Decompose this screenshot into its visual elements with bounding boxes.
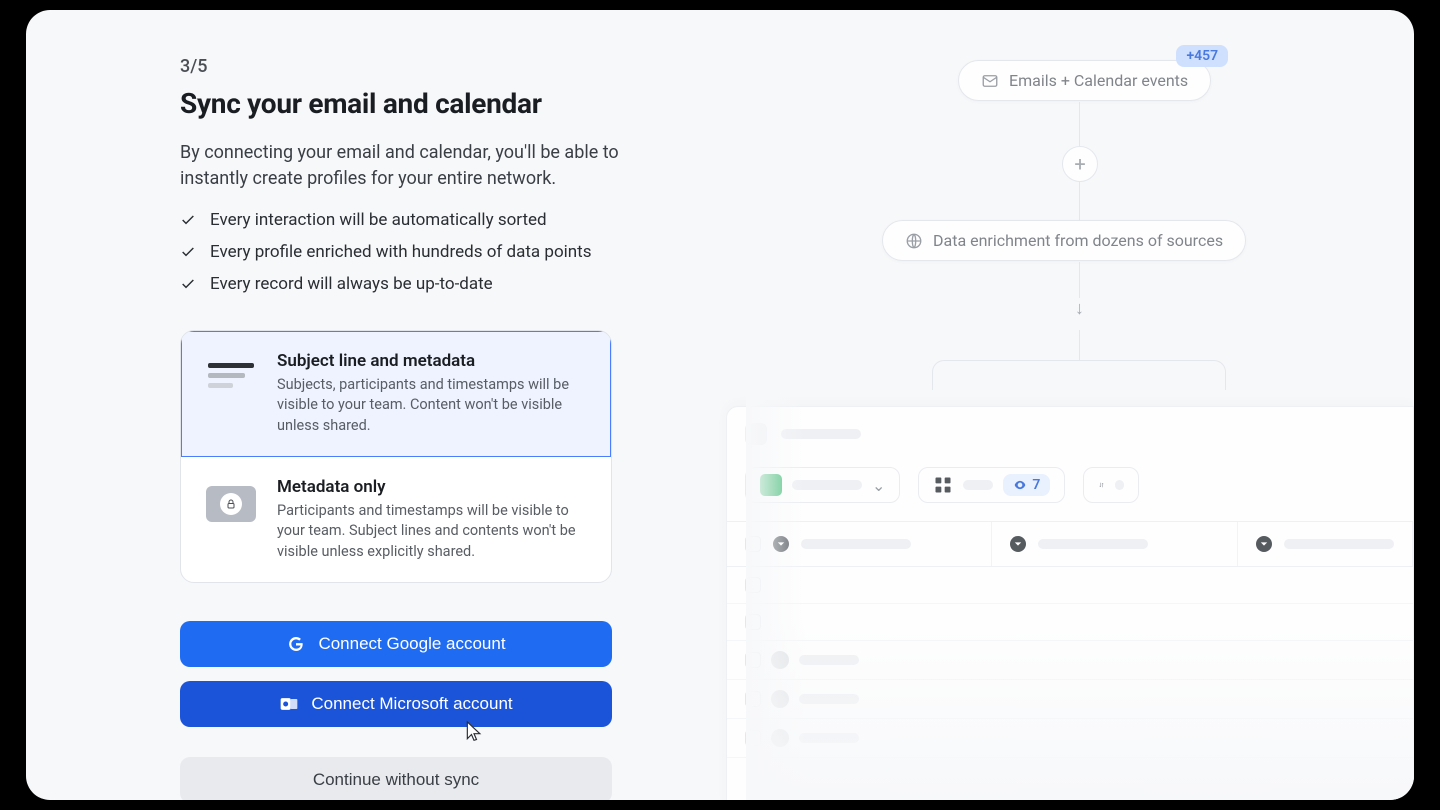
button-label: Connect Microsoft account: [311, 694, 512, 714]
sync-options: Subject line and metadata Subjects, part…: [180, 330, 612, 583]
option-metadata-only[interactable]: Metadata only Participants and timestamp…: [181, 457, 611, 582]
benefit-text: Every interaction will be automatically …: [210, 210, 547, 230]
table-row: [727, 641, 1413, 680]
table-row: [727, 680, 1413, 719]
plus-node: +: [1062, 146, 1098, 182]
step-indicator: 3/5: [180, 56, 746, 77]
chip-count: 7: [1032, 477, 1040, 493]
option-title: Subject line and metadata: [277, 351, 589, 371]
table-row: [727, 567, 1413, 604]
benefit-item: Every profile enriched with hundreds of …: [180, 242, 746, 262]
lock-icon: [203, 483, 259, 525]
benefit-text: Every profile enriched with hundreds of …: [210, 242, 592, 262]
caret-down-icon: [1010, 536, 1026, 552]
button-label: Connect Google account: [318, 634, 505, 654]
option-title: Metadata only: [277, 477, 589, 497]
continue-without-sync-button[interactable]: Continue without sync: [180, 757, 612, 800]
table-row: [727, 719, 1413, 758]
onboarding-window: 3/5 Sync your email and calendar By conn…: [26, 10, 1414, 800]
flow-diagram: Emails + Calendar events +457 + Data enr…: [746, 50, 1414, 380]
option-subject-and-metadata[interactable]: Subject line and metadata Subjects, part…: [181, 331, 611, 457]
table-skeleton: ⌄ 7: [726, 406, 1414, 800]
view-selector[interactable]: ⌄: [745, 467, 900, 503]
visibility-chip: 7: [1003, 474, 1050, 496]
google-icon: [286, 634, 306, 654]
page-subtitle: By connecting your email and calendar, y…: [180, 140, 620, 192]
connect-microsoft-button[interactable]: Connect Microsoft account: [180, 681, 612, 727]
table-row: [727, 604, 1413, 641]
sheet-icon: [760, 474, 782, 496]
option-description: Participants and timestamps will be visi…: [277, 501, 589, 562]
benefit-text: Every record will always be up-to-date: [210, 274, 493, 294]
filter-control[interactable]: 7: [918, 467, 1065, 503]
check-icon: [180, 212, 196, 228]
page-title: Sync your email and calendar: [180, 87, 746, 120]
action-buttons: Connect Google account Connect Microsoft…: [180, 621, 612, 800]
outlook-icon: [279, 694, 299, 714]
enrichment-node: Data enrichment from dozens of sources: [882, 220, 1246, 261]
check-icon: [180, 244, 196, 260]
option-description: Subjects, participants and timestamps wi…: [277, 375, 589, 436]
toolbar: ⌄ 7: [727, 453, 1413, 521]
benefit-item: Every interaction will be automatically …: [180, 210, 746, 230]
benefits-list: Every interaction will be automatically …: [180, 210, 746, 294]
left-panel: 3/5 Sync your email and calendar By conn…: [26, 10, 746, 800]
sort-control[interactable]: [1083, 467, 1139, 503]
caret-down-icon: [1256, 536, 1272, 552]
table-header: [727, 521, 1413, 567]
arrow-down-icon: ↓: [1075, 298, 1084, 319]
button-label: Continue without sync: [313, 770, 479, 790]
envelope-icon: [981, 72, 999, 90]
caret-down-icon: [773, 536, 789, 552]
grid-icon: [933, 475, 953, 495]
node-label: Emails + Calendar events: [1009, 71, 1188, 90]
node-label: Data enrichment from dozens of sources: [933, 231, 1223, 250]
globe-icon: [905, 232, 923, 250]
emails-node: Emails + Calendar events +457: [958, 60, 1211, 101]
connect-google-button[interactable]: Connect Google account: [180, 621, 612, 667]
benefit-item: Every record will always be up-to-date: [180, 274, 746, 294]
preview-panel: Emails + Calendar events +457 + Data enr…: [746, 10, 1414, 800]
count-badge: +457: [1176, 45, 1228, 67]
cursor-icon: [464, 720, 484, 748]
sort-icon: [1098, 476, 1105, 494]
text-lines-icon: [203, 357, 259, 399]
chevron-down-icon: ⌄: [872, 476, 885, 495]
check-icon: [180, 276, 196, 292]
